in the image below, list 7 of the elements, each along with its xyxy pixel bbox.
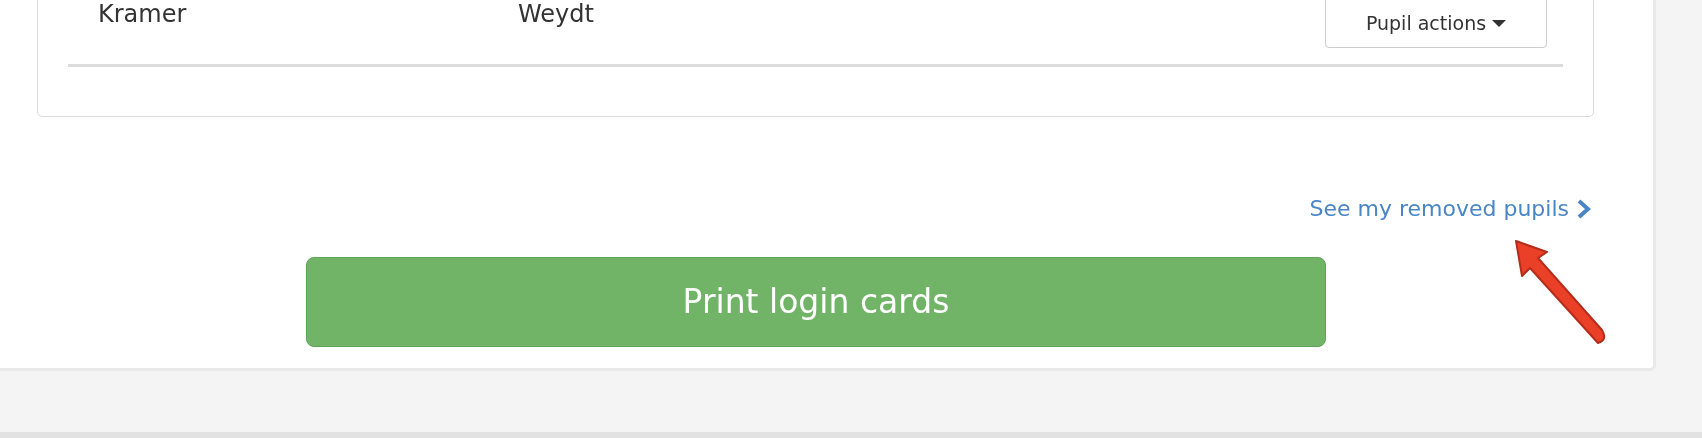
removed-pupils-link[interactable]: See my removed pupils <box>1309 192 1591 225</box>
first-name-cell-text: Kramer <box>98 0 188 30</box>
pupil-actions-dropdown[interactable]: Pupil actions <box>1325 0 1547 48</box>
print-login-cards-button[interactable]: Print login cards <box>306 257 1326 347</box>
last-name-cell-text: Weydt <box>518 0 594 30</box>
caret-icon <box>1492 20 1507 27</box>
chevron-right-icon <box>1577 198 1591 219</box>
